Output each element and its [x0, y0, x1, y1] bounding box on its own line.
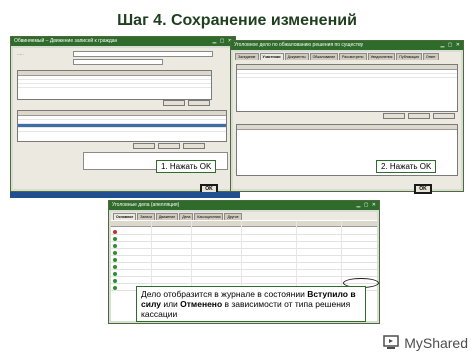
note-box: Дело отобразится в журнале в состоянии В…: [136, 286, 366, 322]
tab[interactable]: Публикация: [396, 53, 422, 60]
remove-button[interactable]: [188, 100, 210, 106]
table-action-button[interactable]: [183, 143, 205, 149]
bottom-window-titlebar: Уголовные дела (апелляция): [109, 201, 379, 210]
right-tabstrip: Заседание Участники Документы Обжаловани…: [233, 52, 461, 60]
window-controls-icon[interactable]: ▁ ▢ ✕: [356, 202, 377, 208]
myshared-logo-icon: [383, 335, 401, 351]
tab[interactable]: Кассационная: [194, 213, 224, 220]
watermark-text: MyShared: [404, 335, 468, 351]
tab[interactable]: Уведомления: [367, 53, 396, 60]
tab[interactable]: Обжалование: [309, 53, 339, 60]
table-action-button[interactable]: [408, 113, 430, 119]
window-controls-icon[interactable]: ▁ ▢ ✕: [440, 42, 461, 48]
tab[interactable]: Ответ: [422, 53, 439, 60]
tab[interactable]: Движение: [155, 213, 179, 220]
tab[interactable]: Другое: [224, 213, 242, 220]
bottom-tabstrip: Основное Записи Движение Дела Кассационн…: [111, 212, 377, 220]
form-label: ·····: [17, 52, 24, 57]
note-text: или: [160, 299, 181, 309]
right-window-titlebar: Уголовное дело по обжалованию решения по…: [231, 41, 463, 50]
tab[interactable]: Документы: [284, 53, 309, 60]
table-action-button[interactable]: [158, 143, 180, 149]
top-table: [17, 70, 212, 100]
note-text: Дело отобразится в журнале в состоянии: [141, 289, 308, 299]
tab[interactable]: Записи: [137, 213, 155, 220]
secondary-field[interactable]: [73, 59, 163, 65]
taskbar: [10, 192, 240, 198]
tab[interactable]: Участники: [259, 53, 284, 60]
tab[interactable]: Дела: [179, 213, 194, 220]
watermark: MyShared: [383, 335, 468, 351]
step2-callout: 2. Нажать OK: [376, 160, 437, 173]
tab[interactable]: Заседание: [235, 53, 259, 60]
right-ok-button[interactable]: OK: [414, 184, 432, 194]
table-action-button[interactable]: [133, 143, 155, 149]
tab[interactable]: Рассмотрено: [339, 53, 367, 60]
note-status-cancelled: Отменено: [180, 299, 223, 309]
table-action-button[interactable]: [433, 113, 455, 119]
participants-table: [236, 64, 458, 112]
left-window-titlebar: Обвиняемый – Движение записей к граждан: [11, 37, 235, 46]
subject-field[interactable]: [73, 51, 213, 57]
step1-callout: 1. Нажать OK: [156, 160, 217, 173]
slide-title: Шаг 4. Сохранение изменений: [117, 12, 357, 29]
decisions-table: [17, 110, 227, 142]
tab[interactable]: Основное: [113, 213, 137, 220]
table-action-button[interactable]: [383, 113, 405, 119]
add-button[interactable]: [163, 100, 185, 106]
